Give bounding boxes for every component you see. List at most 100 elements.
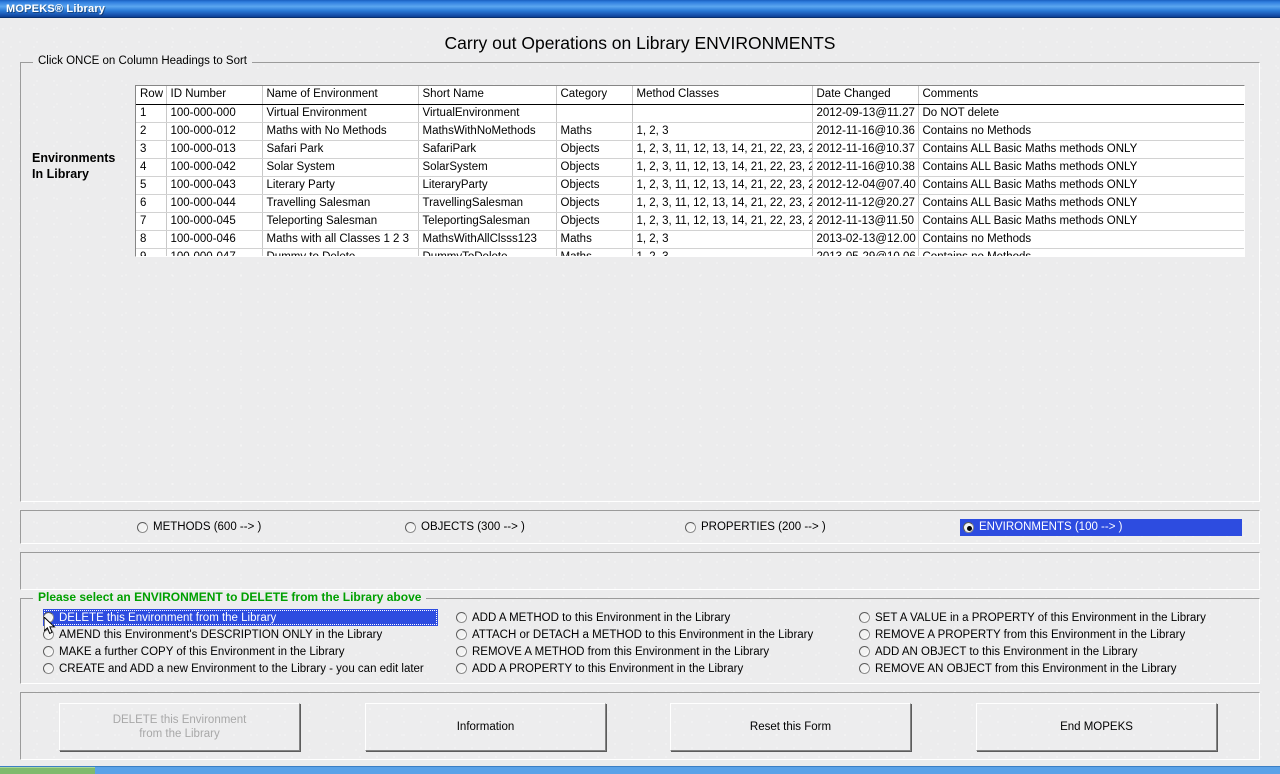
reset-form-button[interactable]: Reset this Form <box>670 703 911 751</box>
operation-option-dot[interactable] <box>859 629 870 640</box>
operation-option-dot[interactable] <box>456 629 467 640</box>
environments-table-container[interactable]: Row ID Number Name of Environment Short … <box>135 85 1245 257</box>
operation-option[interactable]: ADD A PROPERTY to this Environment in th… <box>456 660 856 677</box>
operation-option[interactable]: ATTACH or DETACH a METHOD to this Enviro… <box>456 626 856 643</box>
column-header-short[interactable]: Short Name <box>418 86 557 105</box>
cell-name: Safari Park <box>262 140 419 159</box>
table-row[interactable]: 5 100-000-043 Literary Party LiteraryParty O… <box>136 176 1244 195</box>
operation-option[interactable]: AMEND this Environment's DESCRIPTION ONL… <box>43 626 458 643</box>
radio-environments[interactable]: ENVIRONMENTS (100 --> ) <box>960 518 1242 536</box>
operation-option[interactable]: SET A VALUE in a PROPERTY of this Enviro… <box>859 609 1259 626</box>
operation-option-dot[interactable] <box>43 663 54 674</box>
radio-objects[interactable]: OBJECTS (300 --> ) <box>405 521 525 533</box>
operation-option[interactable]: REMOVE A PROPERTY from this Environment … <box>859 626 1259 643</box>
column-header-methods[interactable]: Method Classes <box>632 86 813 105</box>
column-header-id[interactable]: ID Number <box>166 86 263 105</box>
operation-option-dot[interactable] <box>43 629 54 640</box>
cell-short: DummyToDelete <box>418 248 557 256</box>
cell-date: 2012-11-12@20.27 <box>812 194 919 213</box>
operations-panel: Please select an ENVIRONMENT to DELETE f… <box>20 590 1260 684</box>
cell-name: Travelling Salesman <box>262 194 419 213</box>
operation-option-dot[interactable] <box>456 612 467 623</box>
radio-environments-dot[interactable] <box>963 521 974 533</box>
cell-category: Objects <box>556 158 633 177</box>
radio-methods-dot[interactable] <box>137 521 148 533</box>
table-row[interactable]: 4 100-000-042 Solar System SolarSystem Objec… <box>136 158 1244 177</box>
library-type-panel: METHODS (600 --> ) OBJECTS (300 --> ) PR… <box>20 510 1260 544</box>
column-header-date[interactable]: Date Changed <box>812 86 919 105</box>
cell-category: Objects <box>556 212 633 231</box>
cell-row: 5 <box>136 176 167 195</box>
cell-methods: 1, 2, 3, 11, 12, 13, 14, 21, 22, 23, 24, <box>632 158 813 177</box>
operation-option-dot[interactable] <box>859 612 870 623</box>
table-row[interactable]: 3 100-000-013 Safari Park SafariPark Objects… <box>136 140 1244 159</box>
radio-objects-dot[interactable] <box>405 521 416 533</box>
operation-option-dot[interactable] <box>43 612 54 623</box>
operation-option[interactable]: CREATE and ADD a new Environment to the … <box>43 660 458 677</box>
table-row[interactable]: 7 100-000-045 Teleporting Salesman Teleport… <box>136 212 1244 231</box>
table-header[interactable]: Row ID Number Name of Environment Short … <box>136 86 1244 105</box>
table-row[interactable]: 2 100-000-012 Maths with No Methods MathsWi… <box>136 122 1244 141</box>
operations-column-3: SET A VALUE in a PROPERTY of this Enviro… <box>859 609 1259 677</box>
cell-comments: Contains ALL Basic Maths methods ONLY <box>918 212 1244 231</box>
operation-option-dot[interactable] <box>456 646 467 657</box>
table-body[interactable]: 1 100-000-000 Virtual Environment VirtualEn… <box>136 104 1244 256</box>
cell-category: Maths <box>556 230 633 249</box>
cell-comments: Do NOT delete <box>918 104 1244 123</box>
delete-environment-button[interactable]: DELETE this Environment from the Library <box>59 703 300 751</box>
table-row[interactable]: 6 100-000-044 Travelling Salesman Travellin… <box>136 194 1244 213</box>
table-header-row[interactable]: Row ID Number Name of Environment Short … <box>136 86 1244 105</box>
actions-panel: DELETE this Environment from the Library… <box>20 692 1260 760</box>
cell-category: Objects <box>556 176 633 195</box>
operation-option-label: ADD A PROPERTY to this Environment in th… <box>472 662 744 675</box>
column-header-comments[interactable]: Comments <box>918 86 1244 105</box>
column-header-category[interactable]: Category <box>556 86 633 105</box>
cell-name: Solar System <box>262 158 419 177</box>
cell-name: Maths with No Methods <box>262 122 419 141</box>
end-mopeks-button[interactable]: End MOPEKS <box>976 703 1217 751</box>
table-row[interactable]: 1 100-000-000 Virtual Environment VirtualEn… <box>136 104 1244 123</box>
end-button-label: End MOPEKS <box>1060 721 1133 733</box>
operation-option-label: SET A VALUE in a PROPERTY of this Enviro… <box>875 611 1206 624</box>
operation-option[interactable]: REMOVE A METHOD from this Environment in… <box>456 643 856 660</box>
cell-date: 2012-11-16@10.38 <box>812 158 919 177</box>
radio-properties-label: PROPERTIES (200 --> ) <box>701 521 826 533</box>
operation-option[interactable]: MAKE a further COPY of this Environment … <box>43 643 458 660</box>
cell-id: 100-000-000 <box>166 104 263 123</box>
operations-column-1: DELETE this Environment from the Library… <box>43 609 458 677</box>
column-header-name[interactable]: Name of Environment <box>262 86 419 105</box>
radio-methods[interactable]: METHODS (600 --> ) <box>137 521 261 533</box>
operation-option[interactable]: DELETE this Environment from the Library <box>43 609 438 626</box>
operation-option-dot[interactable] <box>859 646 870 657</box>
operation-option-dot[interactable] <box>456 663 467 674</box>
column-header-row[interactable]: Row <box>136 86 167 105</box>
operation-option-dot[interactable] <box>859 663 870 674</box>
cell-row: 7 <box>136 212 167 231</box>
information-button[interactable]: Information <box>365 703 606 751</box>
environments-in-library-caption: Environments In Library <box>32 150 132 182</box>
operation-option[interactable]: ADD AN OBJECT to this Environment in the… <box>859 643 1259 660</box>
radio-properties-dot[interactable] <box>685 521 696 533</box>
cell-methods: 1, 2, 3 <box>632 122 813 141</box>
table-row[interactable]: 9 100-000-047 Dummy to Delete DummyToDelete… <box>136 248 1244 256</box>
cell-short: MathsWithNoMethods <box>418 122 557 141</box>
operation-option[interactable]: REMOVE AN OBJECT from this Environment i… <box>859 660 1259 677</box>
window-title-bar: MOPEKS® Library <box>0 0 1280 18</box>
window-title: MOPEKS® Library <box>6 2 106 15</box>
environments-table[interactable]: Row ID Number Name of Environment Short … <box>136 86 1244 256</box>
radio-properties[interactable]: PROPERTIES (200 --> ) <box>685 521 826 533</box>
cell-methods: 1, 2, 3, 11, 12, 13, 14, 21, 22, 23, 24, <box>632 194 813 213</box>
operations-column-2: ADD A METHOD to this Environment in the … <box>456 609 856 677</box>
operation-option[interactable]: ADD A METHOD to this Environment in the … <box>456 609 856 626</box>
cell-date: 2012-11-13@11.50 <box>812 212 919 231</box>
cell-date: 2012-11-16@10.37 <box>812 140 919 159</box>
cell-short: SolarSystem <box>418 158 557 177</box>
cell-short: LiteraryParty <box>418 176 557 195</box>
table-row[interactable]: 8 100-000-046 Maths with all Classes 1 2 3… <box>136 230 1244 249</box>
cell-short: VirtualEnvironment <box>418 104 557 123</box>
cell-category: Objects <box>556 140 633 159</box>
operation-option-dot[interactable] <box>43 646 54 657</box>
operation-option-label: REMOVE AN OBJECT from this Environment i… <box>875 662 1177 675</box>
caption-line-2: In Library <box>32 167 89 181</box>
cell-id: 100-000-013 <box>166 140 263 159</box>
